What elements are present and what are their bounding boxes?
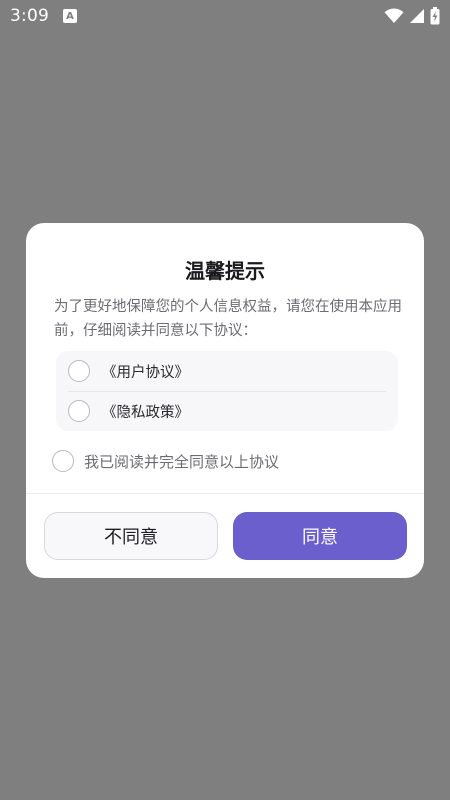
agreement-item-privacy-policy[interactable]: 《隐私政策》 <box>56 391 398 431</box>
privacy-policy-radio[interactable] <box>68 400 90 422</box>
consent-row[interactable]: 我已阅读并完全同意以上协议 <box>52 449 279 473</box>
privacy-dialog: 温馨提示 为了更好地保障您的个人信息权益，请您在使用本应用前，仔细阅读并同意以下… <box>26 223 424 578</box>
dialog-message: 为了更好地保障您的个人信息权益，请您在使用本应用前，仔细阅读并同意以下协议： <box>54 299 402 339</box>
consent-radio[interactable] <box>52 450 74 472</box>
status-icons <box>384 7 440 25</box>
footer-divider <box>26 493 424 494</box>
agree-button[interactable]: 同意 <box>233 512 407 560</box>
status-bar: 3:09 A <box>0 0 450 32</box>
user-agreement-radio[interactable] <box>68 360 90 382</box>
privacy-policy-link[interactable]: 《隐私政策》 <box>102 401 189 422</box>
battery-charging-icon <box>430 7 440 25</box>
consent-label[interactable]: 我已阅读并完全同意以上协议 <box>84 451 279 472</box>
agreement-list: 《用户协议》 《隐私政策》 <box>56 351 398 431</box>
disagree-button[interactable]: 不同意 <box>44 512 218 560</box>
dialog-title: 温馨提示 <box>185 259 265 283</box>
notification-a-icon: A <box>62 9 77 23</box>
wifi-icon <box>384 8 404 23</box>
user-agreement-link[interactable]: 《用户协议》 <box>102 361 189 382</box>
agreement-item-user-agreement[interactable]: 《用户协议》 <box>56 351 398 391</box>
signal-icon <box>410 9 424 23</box>
status-time: 3:09 <box>10 6 49 26</box>
